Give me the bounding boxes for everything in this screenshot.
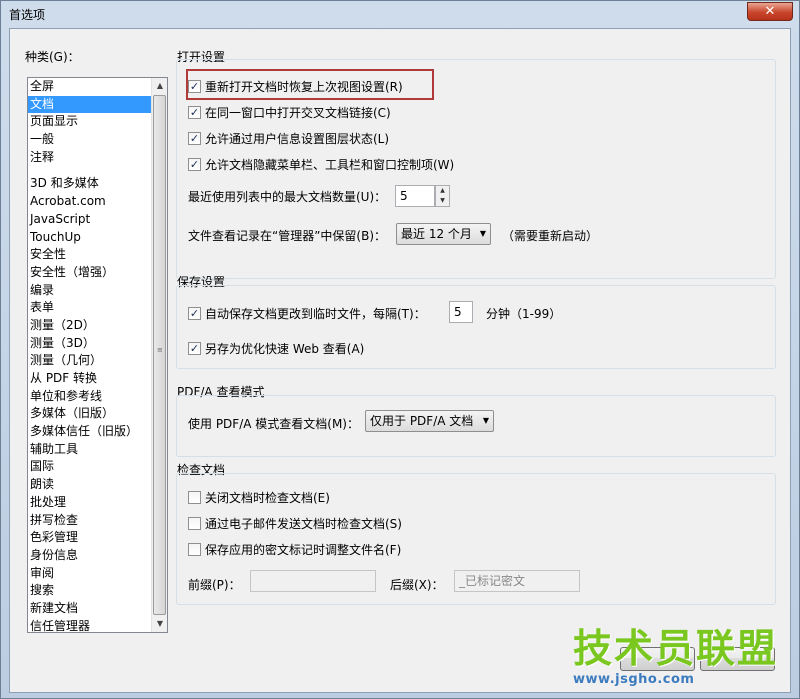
autosave-checkbox[interactable]: ✓ [188, 307, 201, 320]
category-item[interactable]: 单位和参考线 [28, 388, 151, 406]
category-item[interactable]: 编录 [28, 282, 151, 300]
category-item[interactable]: 多媒体（旧版） [28, 405, 151, 423]
category-scrollbar[interactable]: ▲ ≡ ▼ [151, 78, 167, 632]
category-item[interactable]: 身份信息 [28, 547, 151, 565]
category-item[interactable]: 辅助工具 [28, 441, 151, 459]
optimize-checkbox[interactable]: ✓ [188, 342, 201, 355]
ok-button[interactable] [620, 647, 695, 671]
category-item[interactable]: 3D 和多媒体 [28, 175, 151, 193]
optimize-option[interactable]: ✓ 另存为优化快速 Web 查看(A) [188, 340, 364, 357]
category-separator [28, 166, 151, 175]
open-setting-checkbox[interactable]: ✓ [188, 106, 201, 119]
window-title: 首选项 [9, 8, 46, 22]
open-setting-checkbox[interactable]: ✓ [188, 132, 201, 145]
open-setting-option[interactable]: ✓ 重新打开文档时恢复上次视图设置(R) [188, 78, 403, 95]
category-list[interactable]: 全屏 文档 页面显示 一般 注释 3D 和多媒体 Acrobat.com JavaScript… [27, 77, 168, 633]
recent-docs-input[interactable]: 5 [395, 185, 435, 207]
category-item[interactable]: 测量（3D） [28, 335, 151, 353]
category-item[interactable]: 页面显示 [28, 113, 151, 131]
category-item[interactable]: 审阅 [28, 565, 151, 583]
category-item[interactable]: 文档 [28, 95, 151, 114]
open-setting-option[interactable]: ✓ 在同一窗口中打开交叉文档链接(C) [188, 104, 391, 121]
preferences-dialog: 首选项 ✕ 种类(G)： 全屏 文档 页面显示 一般 注释 3D 和多媒体 Acrobat.… [0, 0, 800, 699]
scroll-up-icon[interactable]: ▲ [152, 78, 167, 94]
open-setting-checkbox[interactable]: ✓ [188, 80, 201, 93]
open-setting-option[interactable]: ✓ 允许文档隐藏菜单栏、工具栏和窗口控制项(W) [188, 156, 454, 173]
category-item[interactable]: 批处理 [28, 494, 151, 512]
restart-note: （需要重新启动） [502, 229, 599, 243]
dialog-body: 种类(G)： 全屏 文档 页面显示 一般 注释 3D 和多媒体 Acrobat.com Jav… [9, 28, 791, 693]
prefix-label: 前缀(P)： [188, 578, 241, 592]
inspect-checkbox[interactable] [188, 517, 201, 530]
category-item[interactable]: 新建文档 [28, 600, 151, 618]
autosave-option[interactable]: ✓ 自动保存文档更改到临时文件，每隔(T)： [188, 305, 426, 322]
history-select[interactable]: 最近 12 个月 ▼ [396, 223, 491, 245]
open-setting-checkbox[interactable]: ✓ [188, 158, 201, 171]
category-item[interactable]: 注释 [28, 149, 151, 167]
autosave-unit: 分钟（1-99） [486, 307, 562, 321]
scroll-down-icon[interactable]: ▼ [152, 616, 167, 632]
category-item[interactable]: 表单 [28, 299, 151, 317]
autosave-interval-input[interactable]: 5 [449, 301, 473, 323]
spin-down-icon[interactable]: ▼ [436, 196, 449, 206]
category-label: 种类(G)： [25, 50, 80, 64]
category-item[interactable]: 多媒体信任（旧版） [28, 423, 151, 441]
category-item[interactable]: 安全性（增强） [28, 264, 151, 282]
inspect-checkbox[interactable] [188, 543, 201, 556]
category-item[interactable]: 搜索 [28, 582, 151, 600]
recent-docs-label: 最近使用列表中的最大文档数量(U)： [188, 190, 387, 204]
category-list-items: 全屏 文档 页面显示 一般 注释 3D 和多媒体 Acrobat.com JavaScript… [28, 78, 151, 632]
pdfa-label: 使用 PDF/A 模式查看文档(M)： [188, 417, 359, 431]
category-item[interactable]: JavaScript [28, 211, 151, 229]
category-item[interactable]: 朗读 [28, 476, 151, 494]
inspect-option[interactable]: 关闭文档时检查文档(E) [188, 489, 330, 506]
scroll-thumb[interactable]: ≡ [153, 95, 166, 615]
suffix-label: 后缀(X)： [390, 578, 444, 592]
category-item[interactable]: 国际 [28, 458, 151, 476]
category-item[interactable]: TouchUp [28, 229, 151, 247]
spin-up-icon[interactable]: ▲ [436, 186, 449, 196]
close-button[interactable]: ✕ [747, 2, 793, 21]
suffix-input[interactable]: _已标记密文 [454, 570, 580, 592]
category-item[interactable]: Acrobat.com [28, 193, 151, 211]
prefix-input[interactable] [250, 570, 376, 592]
inspect-option[interactable]: 保存应用的密文标记时调整文件名(F) [188, 541, 401, 558]
category-item[interactable]: 安全性 [28, 246, 151, 264]
inspect-option[interactable]: 通过电子邮件发送文档时检查文档(S) [188, 515, 402, 532]
chevron-down-icon: ▼ [479, 229, 486, 238]
category-item[interactable]: 测量（几何） [28, 352, 151, 370]
category-item[interactable]: 从 PDF 转换 [28, 370, 151, 388]
category-item[interactable]: 信任管理器 [28, 618, 151, 632]
category-item[interactable]: 色彩管理 [28, 529, 151, 547]
category-item[interactable]: 测量（2D） [28, 317, 151, 335]
pdfa-select[interactable]: 仅用于 PDF/A 文档 ▼ [365, 410, 494, 432]
category-item[interactable]: 全屏 [28, 78, 151, 96]
title-bar: 首选项 ✕ [1, 1, 799, 27]
category-item[interactable]: 拼写检查 [28, 512, 151, 530]
chevron-down-icon: ▼ [482, 416, 489, 425]
grip-icon: ≡ [157, 346, 163, 354]
category-item[interactable]: 一般 [28, 131, 151, 149]
history-label: 文件查看记录在“管理器”中保留(B)： [188, 229, 387, 243]
open-setting-option[interactable]: ✓ 允许通过用户信息设置图层状态(L) [188, 130, 389, 147]
inspect-checkbox[interactable] [188, 491, 201, 504]
recent-docs-spinner[interactable]: ▲ ▼ [435, 185, 450, 207]
cancel-button[interactable] [700, 647, 775, 671]
